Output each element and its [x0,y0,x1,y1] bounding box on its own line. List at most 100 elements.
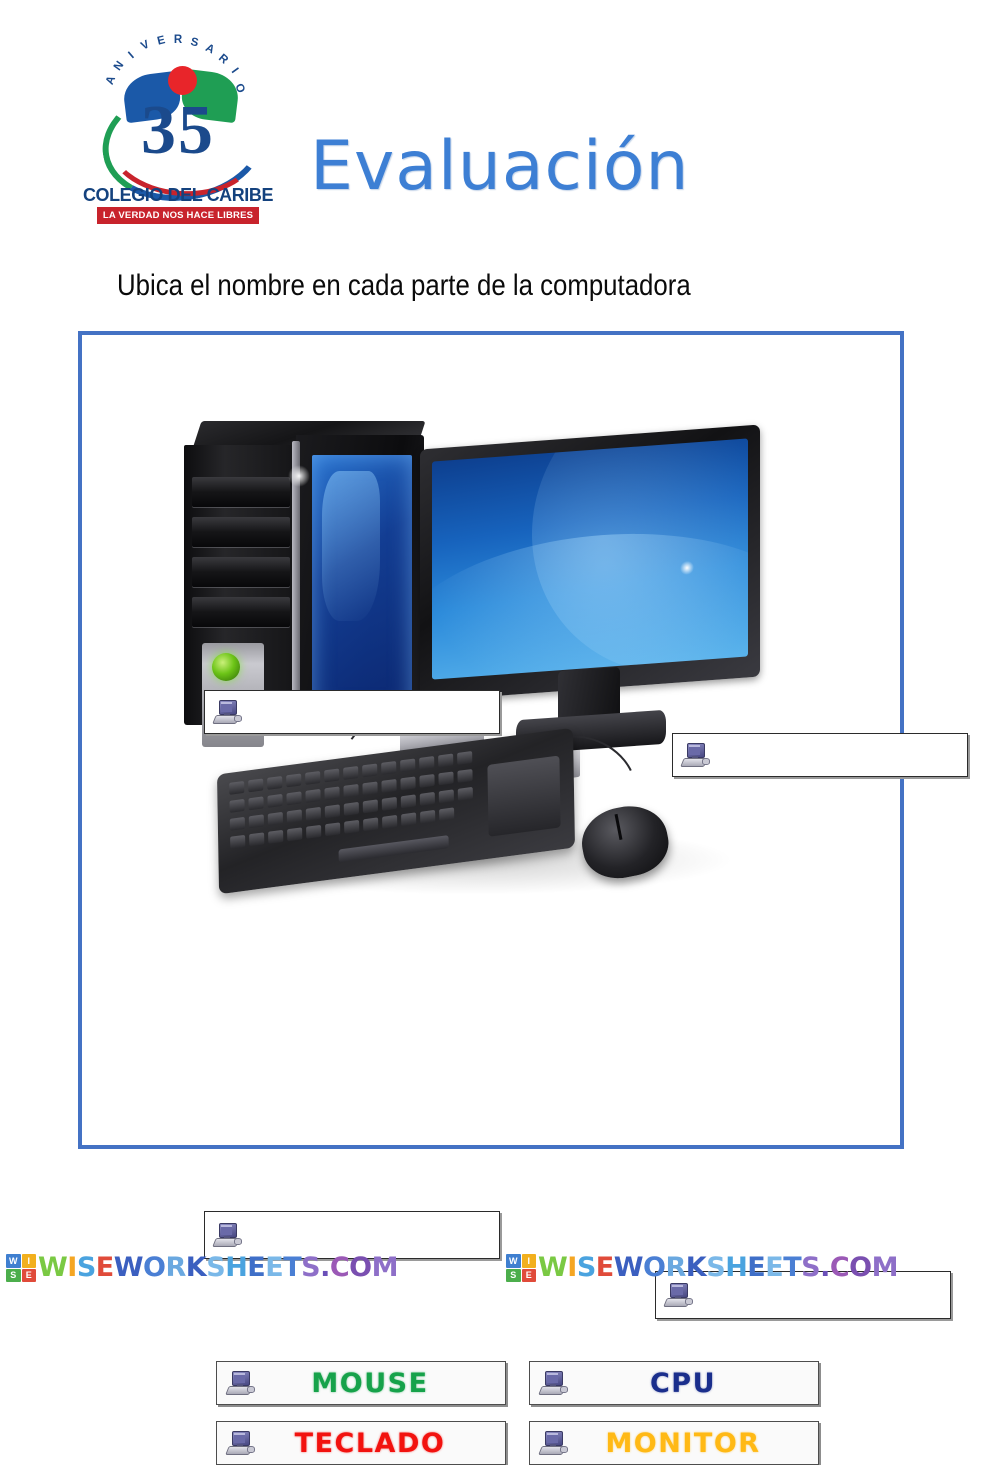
key [382,814,398,829]
key [381,778,397,793]
watermark-text: WISEWORKSHEETS.COM [538,1252,899,1283]
school-motto: LA VERDAD NOS HACE LIBRES [97,207,259,224]
key [419,773,435,788]
instruction-text: Ubica el nombre en cada parte de la comp… [117,269,691,302]
logo-letter-i: I [521,1254,536,1268]
key [401,812,417,827]
page-header: ANIVERSARIO 35 COLEGIO DEL CARIBE LA VER… [0,0,1000,250]
page-title: Evaluación [310,127,690,206]
key [324,768,340,783]
key [248,778,264,793]
worksheet-frame: MOUSE CPU TECLADO MONITOR [78,331,968,1465]
key [400,794,416,809]
answer-chip-label: TECLADO [294,1427,446,1459]
power-button-icon [212,653,240,681]
watermark-unit: W I S E WISEWORKSHEETS.COM [500,1245,1000,1291]
key [363,817,379,832]
key [343,783,359,798]
key [229,798,245,813]
logo-letter-w: W [506,1254,521,1268]
key [249,832,265,847]
key [286,773,302,788]
logo-letter-i: I [21,1254,36,1268]
school-logo: ANIVERSARIO 35 COLEGIO DEL CARIBE LA VER… [78,34,278,224]
logo-anniversary-number: 35 [141,92,215,169]
drive-bay [192,597,290,627]
computer-icon [212,1223,242,1247]
logo-letter-s: S [6,1268,21,1282]
logo-letter-w: W [6,1254,21,1268]
key [420,809,436,824]
drop-target-cpu[interactable] [204,690,500,734]
answer-chip-cpu[interactable]: CPU [529,1361,819,1405]
footer-watermark: W I S E WISEWORKSHEETS.COM W I S E WISEW… [0,1245,1000,1291]
key [400,758,416,773]
key [438,771,454,786]
key [229,816,245,831]
monitor-screen [432,438,748,680]
key [438,753,454,768]
tower-side-window [312,455,412,713]
key [305,770,321,785]
key [268,829,284,844]
key [248,796,264,811]
drive-bay [192,557,290,587]
key [229,780,245,795]
logo-letter-e: E [21,1268,36,1282]
answer-chip-label: CPU [649,1367,717,1399]
key [438,789,454,804]
drop-target-monitor[interactable] [672,733,968,777]
key [306,824,322,839]
key [287,827,303,842]
key [343,801,359,816]
logo-letter-s: S [506,1268,521,1282]
key [381,796,397,811]
logo-emblem: ANIVERSARIO 35 [86,34,275,214]
key [230,834,246,849]
key [343,765,359,780]
key [267,811,283,826]
tower-front-panel [184,445,300,747]
computer-illustration [174,407,774,967]
key [362,799,378,814]
key [325,822,341,837]
key [344,819,360,834]
drive-bay [192,517,290,547]
tower-highlight [288,465,310,487]
wiseworksheets-logo-icon: W I S E [6,1254,36,1282]
key [362,763,378,778]
answer-chip-monitor[interactable]: MONITOR [529,1421,819,1465]
computer-icon [225,1431,255,1455]
key [457,768,473,783]
key [267,775,283,790]
key [457,750,473,765]
key [305,806,321,821]
logo-letter-e: E [521,1268,536,1282]
computer-icon [680,743,710,767]
computer-icon [225,1371,255,1395]
key [324,804,340,819]
answer-chip-mouse[interactable]: MOUSE [216,1361,506,1405]
numeric-keypad [487,755,561,837]
computer-icon [538,1431,568,1455]
answer-chip-teclado[interactable]: TECLADO [216,1421,506,1465]
key [267,793,283,808]
computer-icon [538,1371,568,1395]
answer-chip-label: MONITOR [605,1427,761,1459]
key [381,760,397,775]
wiseworksheets-logo-icon: W I S E [506,1254,536,1282]
school-name: COLEGIO DEL CARIBE [82,184,274,205]
computer-icon [212,700,242,724]
answer-chip-label: MOUSE [311,1367,429,1399]
key [362,781,378,796]
watermark-unit: W I S E WISEWORKSHEETS.COM [0,1245,500,1291]
key [324,786,340,801]
key [419,755,435,770]
key [457,786,473,801]
key [286,809,302,824]
key [439,807,455,822]
key [305,788,321,803]
key [400,776,416,791]
watermark-text: WISEWORKSHEETS.COM [38,1252,399,1283]
key [248,814,264,829]
